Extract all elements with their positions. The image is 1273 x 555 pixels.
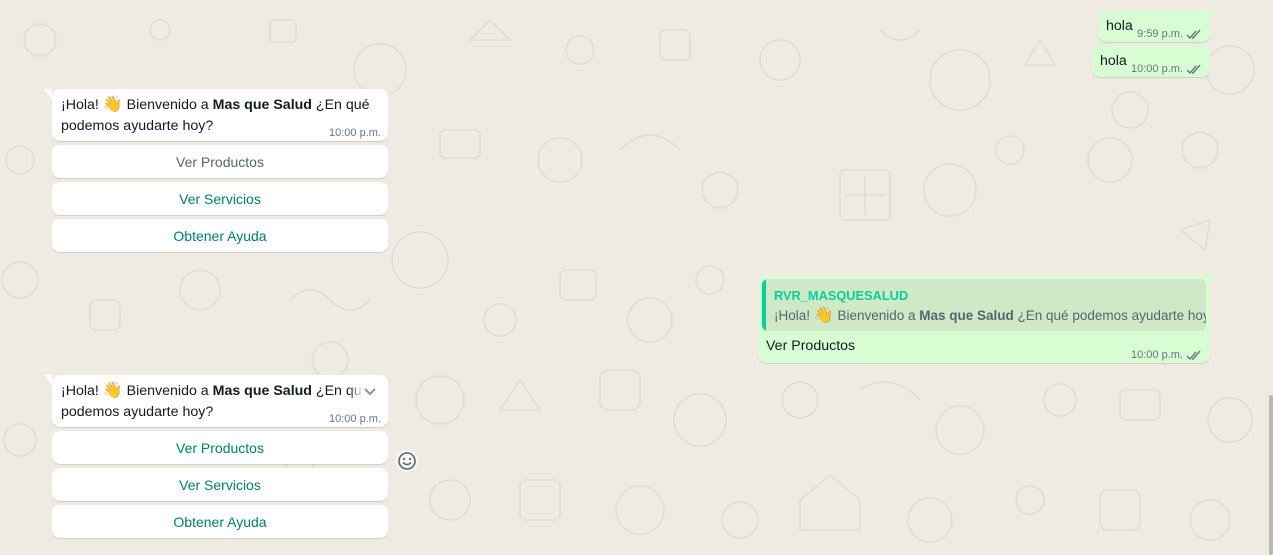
quoted-message[interactable]: RVR_MASQUESALUD ¡Hola! 👋 Bienvenido a Ma… — [762, 279, 1206, 331]
message-meta: 10:00 p.m. — [1131, 59, 1202, 79]
chevron-down-icon — [364, 388, 376, 396]
message-text-line2: podemos ayudarte hoy? — [61, 118, 214, 134]
message-time: 9:59 p.m. — [1137, 28, 1183, 40]
react-button[interactable] — [396, 450, 418, 472]
message-text: ¡Hola! 👋 Bienvenido a Mas que Salud ¿En … — [61, 382, 362, 400]
double-check-icon — [1186, 350, 1201, 360]
quote-accent-bar — [762, 279, 766, 331]
message-time: 10:00 p.m. — [1131, 349, 1183, 361]
incoming-message[interactable]: ¡Hola! 👋 Bienvenido a Mas que Salud ¿En … — [52, 89, 388, 141]
double-check-icon — [1186, 64, 1201, 74]
message-text: ¡Hola! 👋 Bienvenido a Mas que Salud ¿En … — [61, 96, 370, 114]
emoji-smile-icon — [398, 452, 416, 470]
message-text: Ver Productos — [766, 338, 856, 354]
message-text: hola — [1100, 53, 1127, 69]
message-text: hola — [1106, 18, 1133, 34]
bubble-tail — [44, 375, 52, 385]
message-menu-button[interactable] — [348, 375, 388, 405]
outgoing-message[interactable]: hola 9:59 p.m. — [1098, 10, 1210, 42]
quote-text: ¡Hola! 👋 Bienvenido a Mas que Salud ¿En … — [774, 307, 1206, 324]
message-meta: 10:00 p.m. — [1131, 345, 1202, 365]
waving-hand-emoji: 👋 — [813, 307, 834, 324]
bubble-tail — [1208, 10, 1216, 20]
message-time: 10:00 p.m. — [329, 127, 381, 139]
quick-reply-button[interactable]: Obtener Ayuda — [52, 505, 388, 538]
quick-reply-button[interactable]: Ver Productos — [52, 145, 388, 178]
waving-hand-emoji: 👋 — [102, 382, 123, 399]
bubble-tail — [1208, 275, 1216, 285]
scrollbar-thumb[interactable] — [1269, 395, 1273, 555]
double-check-icon — [1186, 29, 1201, 39]
waving-hand-emoji: 👋 — [102, 96, 123, 113]
bubble-tail — [44, 89, 52, 99]
quick-reply-button[interactable]: Ver Servicios — [52, 468, 388, 501]
outgoing-reply-message[interactable]: RVR_MASQUESALUD ¡Hola! 👋 Bienvenido a Ma… — [758, 275, 1210, 363]
quote-author: RVR_MASQUESALUD — [774, 288, 909, 303]
quick-reply-button[interactable]: Ver Productos — [52, 431, 388, 464]
quick-reply-button[interactable]: Ver Servicios — [52, 182, 388, 215]
message-time: 10:00 p.m. — [329, 413, 381, 425]
quick-reply-button[interactable]: Obtener Ayuda — [52, 219, 388, 252]
message-meta: 9:59 p.m. — [1137, 24, 1202, 44]
message-text-line2: podemos ayudarte hoy? — [61, 404, 214, 420]
incoming-message[interactable]: ¡Hola! 👋 Bienvenido a Mas que Salud ¿En … — [52, 375, 388, 427]
outgoing-message[interactable]: hola 10:00 p.m. — [1092, 45, 1210, 77]
message-time: 10:00 p.m. — [1131, 63, 1183, 75]
